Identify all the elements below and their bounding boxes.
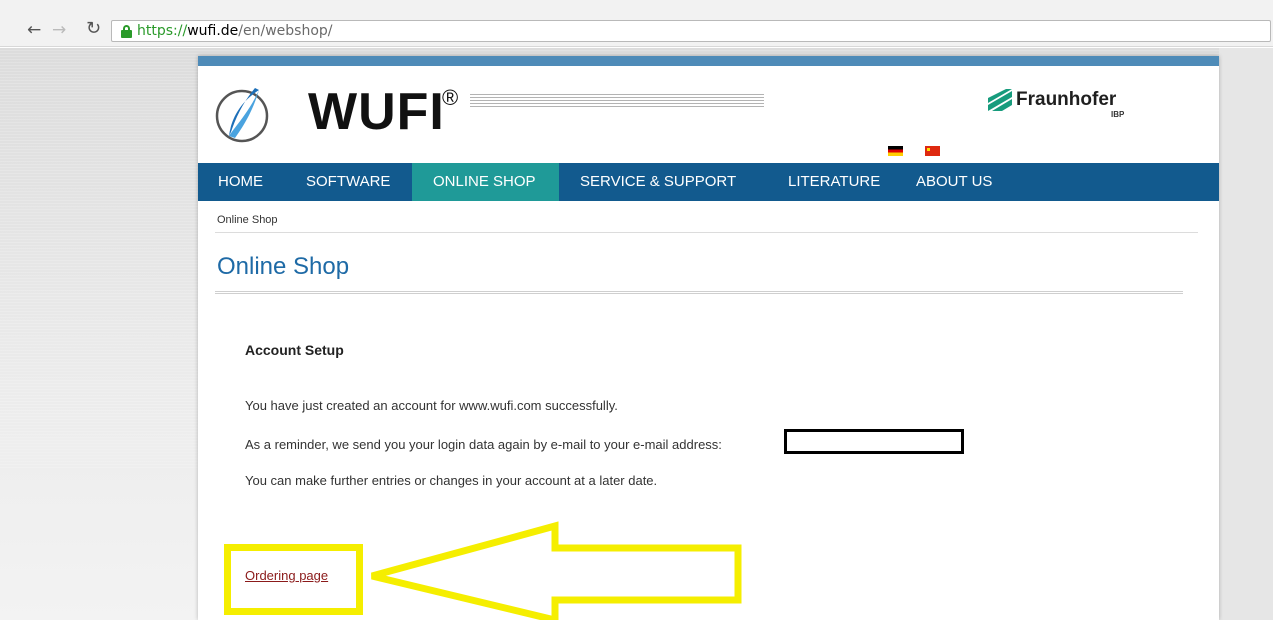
chinese-flag-icon[interactable] — [925, 146, 940, 156]
confirmation-text: You have just created an account for www… — [245, 398, 618, 413]
url-text[interactable]: https://wufi.de/en/webshop/ — [137, 23, 333, 40]
redacted-email-box — [784, 429, 964, 454]
german-flag-icon[interactable] — [888, 146, 903, 156]
partner-subtitle: IBP — [1111, 110, 1125, 119]
back-arrow-icon[interactable]: ← — [27, 20, 41, 40]
title-divider — [215, 291, 1183, 294]
highlight-box — [224, 544, 363, 615]
nav-item-service-support[interactable]: SERVICE & SUPPORT — [559, 163, 775, 201]
web-page: WUFI ® Fraunhofer IBP HOME SOFTWARE ONLI… — [198, 56, 1219, 620]
lock-icon — [121, 25, 132, 38]
main-navigation: HOME SOFTWARE ONLINE SHOP SERVICE & SUPP… — [198, 163, 1219, 201]
address-bar[interactable]: https://wufi.de/en/webshop/ — [111, 20, 1271, 42]
account-info-text: You can make further entries or changes … — [245, 473, 658, 488]
site-logo-text[interactable]: WUFI — [308, 84, 445, 140]
nav-item-online-shop[interactable]: ONLINE SHOP — [412, 163, 559, 201]
fraunhofer-logo-icon[interactable] — [988, 89, 1012, 111]
reload-icon[interactable]: ↻ — [86, 19, 101, 39]
reminder-text: As a reminder, we send you your login da… — [245, 437, 722, 452]
top-accent-strip — [198, 56, 1219, 66]
partner-name[interactable]: Fraunhofer — [1016, 89, 1116, 111]
wufi-logo-icon[interactable] — [215, 76, 270, 148]
logo-lines-decoration — [470, 94, 764, 108]
registered-mark: ® — [442, 85, 459, 110]
nav-item-about-us[interactable]: ABOUT US — [903, 163, 1023, 201]
backdrop-right-edge — [1219, 48, 1273, 620]
breadcrumb-divider — [215, 232, 1198, 233]
breadcrumb[interactable]: Online Shop — [217, 213, 278, 227]
nav-item-home[interactable]: HOME — [198, 163, 296, 201]
nav-item-software[interactable]: SOFTWARE — [296, 163, 412, 201]
page-title: Online Shop — [217, 253, 350, 280]
section-title: Account Setup — [245, 342, 344, 358]
browser-toolbar: ← → ↻ https://wufi.de/en/webshop/ — [0, 0, 1273, 47]
forward-arrow-icon[interactable]: → — [52, 20, 66, 40]
nav-item-literature[interactable]: LITERATURE — [775, 163, 903, 201]
